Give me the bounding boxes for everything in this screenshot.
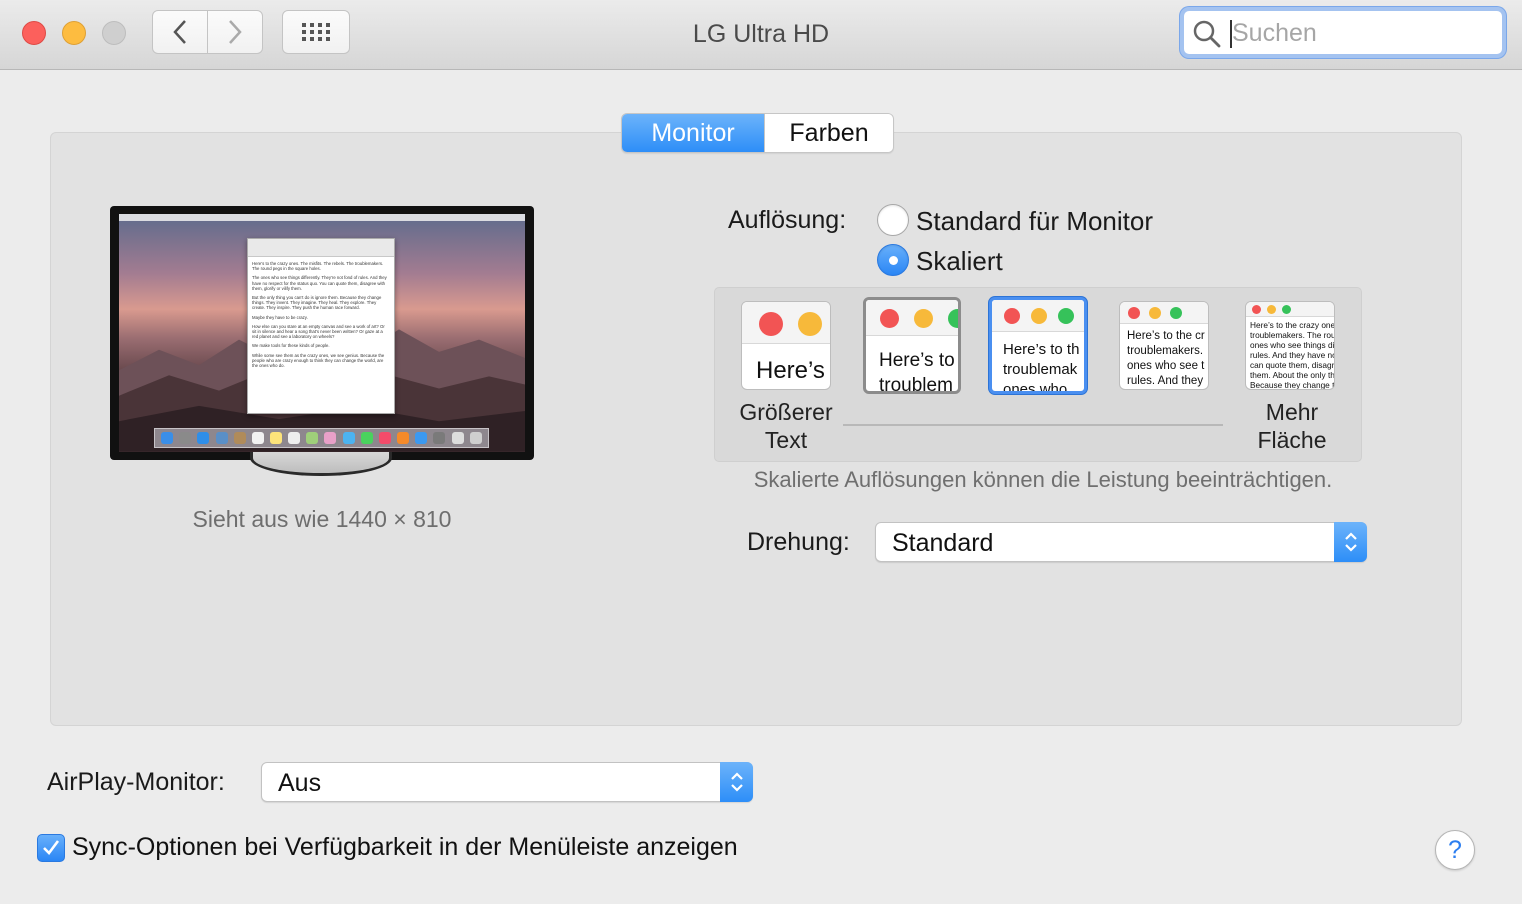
larger-text-caption: Größerer Text <box>739 399 833 453</box>
mail-icon <box>215 432 228 444</box>
folder-icon <box>451 432 464 444</box>
sync-options-checkbox[interactable] <box>37 834 65 862</box>
messages-icon <box>342 432 355 444</box>
books-icon <box>397 432 410 444</box>
music-icon <box>378 432 391 444</box>
airplay-popup[interactable]: Aus <box>261 762 753 802</box>
window-titlebar <box>742 302 830 344</box>
red-dot-icon <box>1128 307 1140 319</box>
window-titlebar <box>866 300 958 336</box>
doc-paragraph: Maybe they have to be crazy. <box>252 314 308 320</box>
rotation-popup[interactable]: Standard <box>875 522 1367 562</box>
title-bar: LG Ultra HD <box>0 0 1522 70</box>
radio-default-for-monitor[interactable] <box>877 204 909 236</box>
scale-sample-text: Here’s to troublem <box>879 350 955 394</box>
launchpad-icon <box>179 432 192 444</box>
sync-options-label[interactable]: Sync-Optionen bei Verfügbarkeit in der M… <box>72 833 738 862</box>
doc-paragraph: How else can you stare at an empty canva… <box>252 323 385 340</box>
mini-dock <box>154 428 489 448</box>
mini-menubar <box>119 214 525 221</box>
doc-paragraph: We make tools for these kinds of people. <box>252 343 330 349</box>
airplay-label: AirPlay-Monitor: <box>47 768 225 796</box>
red-dot-icon <box>1252 305 1261 314</box>
display-preview: Here's to the crazy ones. The misfits. T… <box>110 206 534 460</box>
green-dot-icon <box>1170 307 1182 319</box>
doc-paragraph: Here's to the crazy ones. The misfits. T… <box>252 261 384 272</box>
doc-paragraph: But the only thing you can't do is ignor… <box>252 295 382 311</box>
window-titlebar <box>992 300 1084 332</box>
popup-arrows-icon <box>720 762 753 802</box>
yellow-dot-icon <box>1267 305 1276 314</box>
maps-icon <box>306 432 319 444</box>
resolution-label: Auflösung: <box>728 206 847 234</box>
textedit-toolbar <box>248 239 394 257</box>
segmented-tabs: Monitor Farben <box>621 113 894 153</box>
desktop-wallpaper: Here's to the crazy ones. The misfits. T… <box>119 214 525 452</box>
photos-icon <box>324 432 337 444</box>
popup-arrows-icon <box>1334 522 1367 562</box>
finder-icon <box>161 432 174 444</box>
radio-scaled[interactable] <box>877 244 909 276</box>
textedit-window: Here's to the crazy ones. The misfits. T… <box>247 238 395 414</box>
green-dot-icon <box>1058 308 1074 324</box>
yellow-dot-icon <box>1149 307 1161 319</box>
tab-farben[interactable]: Farben <box>764 114 893 152</box>
facetime-icon <box>360 432 373 444</box>
search-input[interactable] <box>1232 15 1492 51</box>
reminders-icon <box>288 432 301 444</box>
search-field[interactable] <box>1180 7 1506 58</box>
green-dot-icon <box>1282 305 1291 314</box>
green-dot-icon <box>948 309 958 328</box>
red-dot-icon <box>880 309 899 328</box>
window-titlebar <box>1246 302 1334 317</box>
rotation-label: Drehung: <box>747 528 850 556</box>
checkmark-icon <box>43 840 60 855</box>
yellow-dot-icon <box>1031 308 1047 324</box>
scale-option-4[interactable]: Here’s to the cr troublemakers. ones who… <box>1119 301 1209 390</box>
calendar-icon <box>251 432 264 444</box>
scale-sample-text: Here’s to th troublemak ones who <box>1003 341 1080 394</box>
yellow-dot-icon <box>914 309 933 328</box>
scale-option-5[interactable]: Here’s to the crazy one troublemakers. T… <box>1245 301 1335 390</box>
window-titlebar <box>1120 302 1208 324</box>
looks-like-label: Sieht aus wie 1440 × 810 <box>192 506 452 532</box>
scale-sample-text: Here’s to the crazy one troublemakers. T… <box>1250 320 1335 390</box>
tab-monitor[interactable]: Monitor <box>622 114 764 152</box>
app-store-icon <box>415 432 428 444</box>
more-space-caption: Mehr Fläche <box>1257 399 1327 453</box>
radio-default-label[interactable]: Standard für Monitor <box>916 206 1153 237</box>
rotation-value: Standard <box>892 529 994 557</box>
scale-option-2[interactable]: Here’s to troublem <box>863 297 961 394</box>
radio-scaled-label[interactable]: Skaliert <box>916 246 1003 277</box>
system-preferences-icon <box>433 432 446 444</box>
trash-icon <box>469 432 482 444</box>
yellow-dot-icon <box>798 312 822 336</box>
scale-sample-text: Here’s <box>756 357 825 384</box>
scale-option-1[interactable]: Here’s <box>741 301 831 390</box>
red-dot-icon <box>1004 308 1020 324</box>
performance-warning: Skalierte Auflösungen können die Leistun… <box>753 467 1333 492</box>
contacts-icon <box>233 432 246 444</box>
scale-track <box>843 424 1223 426</box>
red-dot-icon <box>759 312 783 336</box>
help-button[interactable]: ? <box>1435 830 1475 870</box>
search-icon <box>1193 20 1221 48</box>
scale-sample-text: Here’s to the cr troublemakers. ones who… <box>1127 330 1205 387</box>
notes-icon <box>270 432 283 444</box>
doc-paragraph: While some see them as the crazy ones, w… <box>252 352 385 369</box>
doc-paragraph: The ones who see things differently. The… <box>252 275 387 291</box>
safari-icon <box>197 432 210 444</box>
scale-option-3[interactable]: Here’s to th troublemak ones who <box>989 297 1087 394</box>
airplay-value: Aus <box>278 769 322 797</box>
